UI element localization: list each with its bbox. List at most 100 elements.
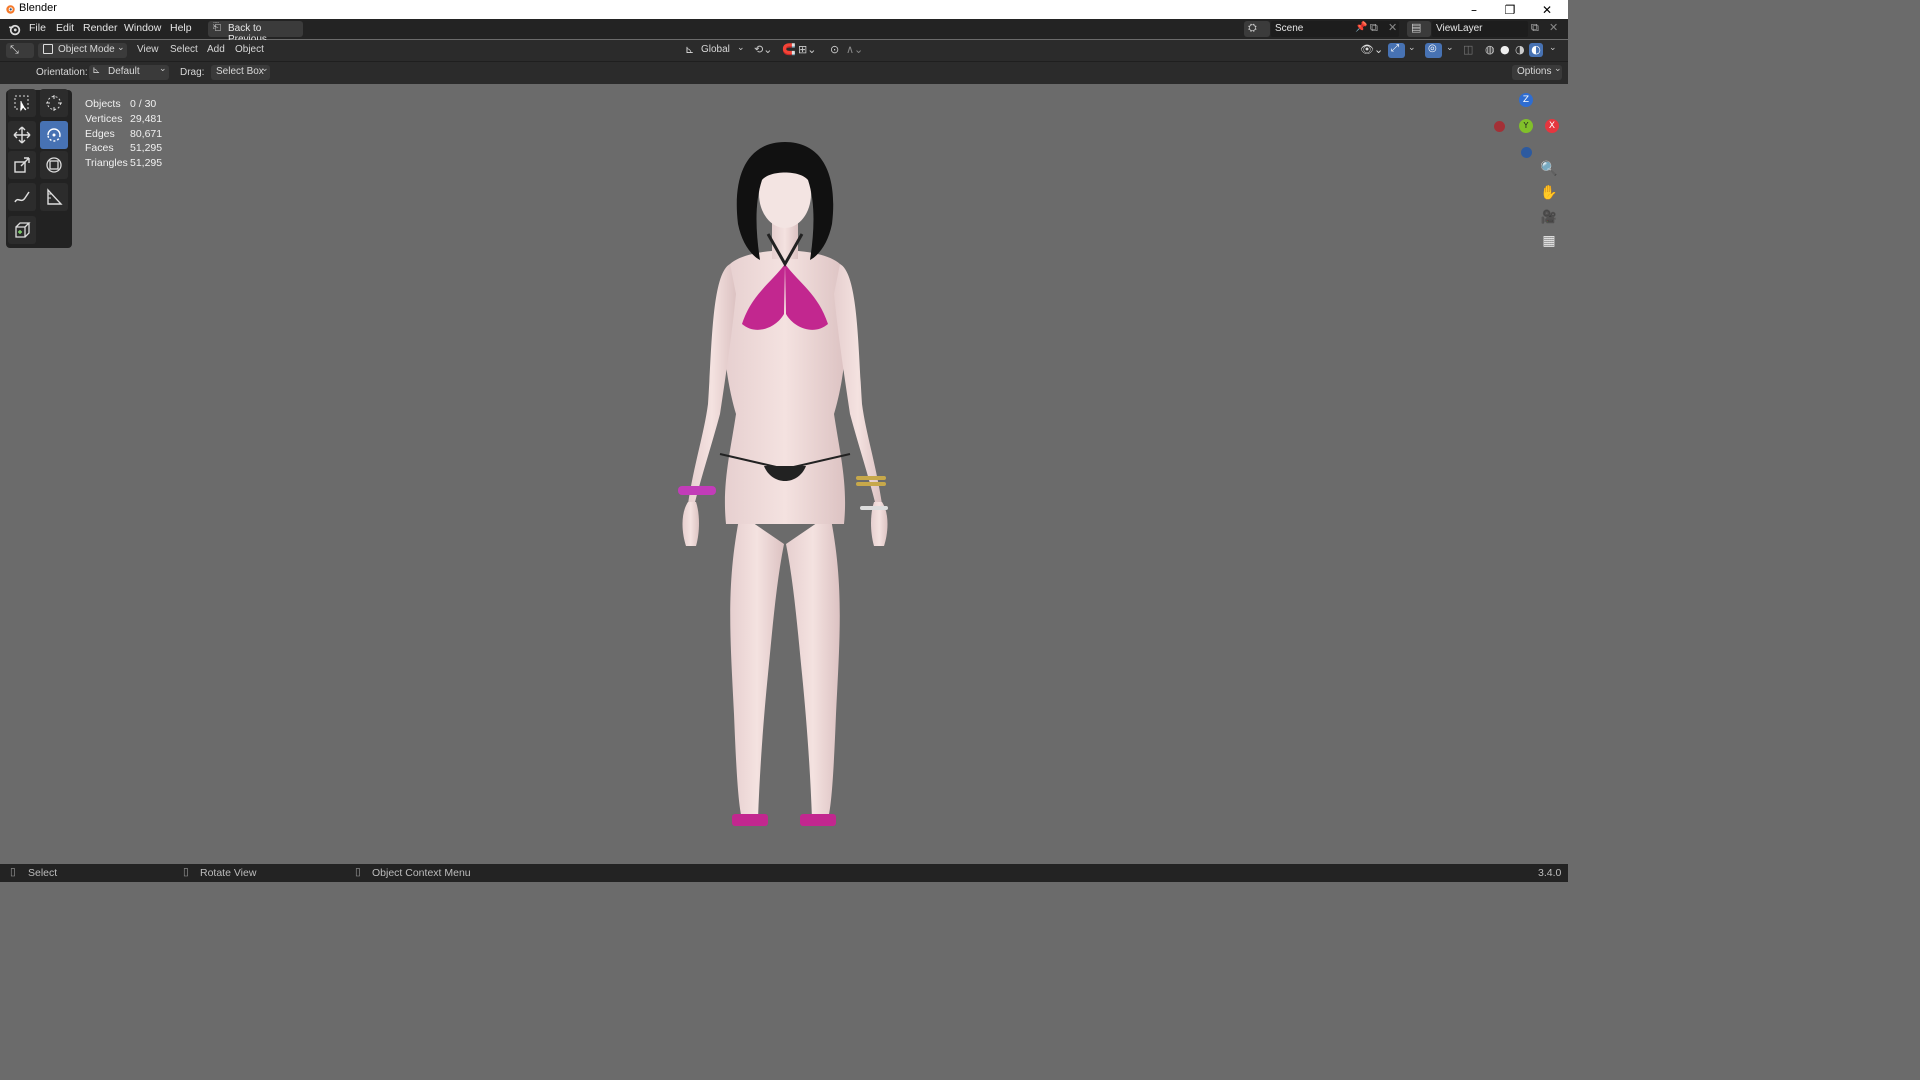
cursor-tool[interactable] [40,89,68,117]
pivot-icon[interactable]: ⟲⌄ [754,43,772,56]
stat-value: 51,295 [130,157,163,169]
snap-target-icon[interactable]: ⊞⌄ [798,43,816,56]
chevron-down-icon[interactable]: ⌄ [1408,43,1416,53]
neg-z-axis-handle[interactable] [1521,147,1532,158]
overlay-toggle-button[interactable]: ◎ [1425,43,1442,58]
status-select: Select [28,867,58,879]
perspective-toggle-button[interactable]: ▦ [1538,230,1560,252]
orientation-icon: ⊾ [92,65,101,76]
proportional-edit-icon[interactable]: ⊙ [830,43,839,56]
mode-dropdown[interactable]: Object Mode ⌄ [38,43,127,58]
scene-browse-button[interactable]: ⛭ [1244,21,1270,37]
viewlayer-name-field[interactable]: ViewLayer [1432,21,1528,37]
maximize-button[interactable]: ❐ [1491,0,1529,19]
grid-icon: ▦ [1542,233,1556,249]
annotate-icon [14,191,30,203]
add-cube-tool[interactable] [8,216,36,244]
minimize-button[interactable]: – [1455,0,1493,19]
close-button[interactable]: ✕ [1528,0,1566,19]
stat-value: 0 / 30 [130,98,157,110]
viewlayer-icon: ▤ [1411,21,1422,34]
falloff-icon[interactable]: ∧⌄ [846,43,863,56]
orientation-value: Default [108,66,140,77]
stat-label: Vertices [85,113,123,125]
select-box-tool[interactable] [8,89,36,117]
zoom-button[interactable]: 🔍 [1538,158,1560,180]
wireframe-shading-icon[interactable]: ◍ [1485,43,1495,56]
minimize-icon: – [1471,2,1477,17]
new-viewlayer-icon[interactable]: ⧉ [1531,21,1539,35]
orientation-global: Global [701,44,730,55]
delete-viewlayer-icon[interactable]: ✕ [1549,21,1558,34]
stat-label: Edges [85,128,115,140]
xray-icon[interactable]: ◫ [1463,43,1473,56]
orientation-dropdown[interactable]: ⊾ Default ⌄ [89,64,169,80]
camera-view-button[interactable]: 🎥 [1538,206,1560,228]
transform-orientation-dropdown[interactable]: ⊾ Global ⌄ [682,43,746,58]
new-scene-icon[interactable]: ⧉ [1370,21,1378,35]
chevron-down-icon[interactable]: ⌄ [1549,43,1557,53]
viewlayer-name: ViewLayer [1436,23,1483,34]
measure-tool[interactable] [40,183,68,211]
status-context-menu: Object Context Menu [372,867,471,879]
version-label: 3.4.0 [1538,867,1562,879]
3d-viewport[interactable]: Objects 0 / 30 Vertices 29,481 Edges 80,… [0,84,1568,864]
stat-value: 80,671 [130,128,163,140]
pan-button[interactable]: ✋ [1538,182,1560,204]
menu-render[interactable]: Render [83,22,117,34]
pin-icon[interactable]: 📌 [1355,22,1367,33]
snap-icon[interactable]: 🧲 [782,43,796,56]
menu-view[interactable]: View [137,44,159,55]
viewlayer-browse-button[interactable]: ▤ [1407,21,1431,37]
delete-scene-icon[interactable]: ✕ [1388,21,1397,34]
menu-file[interactable]: File [29,22,46,34]
move-icon [13,126,31,144]
navigation-gizmo[interactable]: Z Y X [1490,88,1562,160]
back-to-previous-button[interactable]: ⎗ Back to Previous [208,21,303,45]
menu-help[interactable]: Help [170,22,192,34]
rotate-tool[interactable] [40,121,68,149]
transform-tool[interactable] [40,151,68,179]
visibility-icon[interactable]: 👁⌄ [1360,43,1383,56]
mouse-left-icon: ▯ [10,866,16,878]
character-model[interactable] [660,114,910,849]
editor-type-button[interactable]: ⤡ [6,43,34,58]
menu-select[interactable]: Select [170,44,198,55]
chevron-down-icon[interactable]: ⌄ [1446,43,1454,53]
gizmo-icon: ⤢ [1391,43,1399,54]
scene-name: Scene [1275,23,1304,34]
menu-object[interactable]: Object [235,44,264,55]
blender-menu-icon[interactable] [8,23,21,36]
solid-shading-icon[interactable]: ● [1500,43,1510,56]
status-rotate: Rotate View [200,867,257,879]
scale-icon [14,157,30,173]
material-shading-icon[interactable]: ◑ [1515,43,1525,56]
move-tool[interactable] [8,121,36,149]
hand-icon: ✋ [1540,185,1558,201]
chevron-down-icon: ⌄ [261,64,269,74]
drag-dropdown[interactable]: Select Box ⌄ [211,64,270,80]
scale-tool[interactable] [8,151,36,179]
menu-add[interactable]: Add [207,44,225,55]
rotate-icon [47,128,61,142]
scene-name-field[interactable]: Scene 📌 [1271,21,1399,37]
neg-x-axis-handle[interactable] [1494,121,1505,132]
gizmo-toggle-button[interactable]: ⤢ [1388,43,1405,58]
chevron-down-icon: ⌄ [737,43,745,53]
rendered-shading-icon[interactable]: ◐ [1529,43,1543,57]
stat-label: Faces [85,142,114,154]
x-axis-handle[interactable]: X [1545,119,1559,133]
menu-edit[interactable]: Edit [56,22,74,34]
mouse-middle-icon: ▯ [183,866,189,878]
blender-logo-icon [6,5,15,14]
x-axis-label: X [1548,121,1556,131]
shading-buttons: ◍ ● ◑ ◐ [1483,43,1543,58]
z-axis-handle[interactable]: Z [1519,93,1533,107]
options-dropdown[interactable]: Options ⌄ [1512,64,1562,80]
camera-icon: 🎥 [1540,209,1558,225]
menu-window[interactable]: Window [124,22,161,34]
y-axis-handle[interactable]: Y [1519,119,1533,133]
back-icon: ⎗ [213,22,221,33]
annotate-tool[interactable] [8,183,36,211]
drag-value: Select Box [216,66,264,77]
